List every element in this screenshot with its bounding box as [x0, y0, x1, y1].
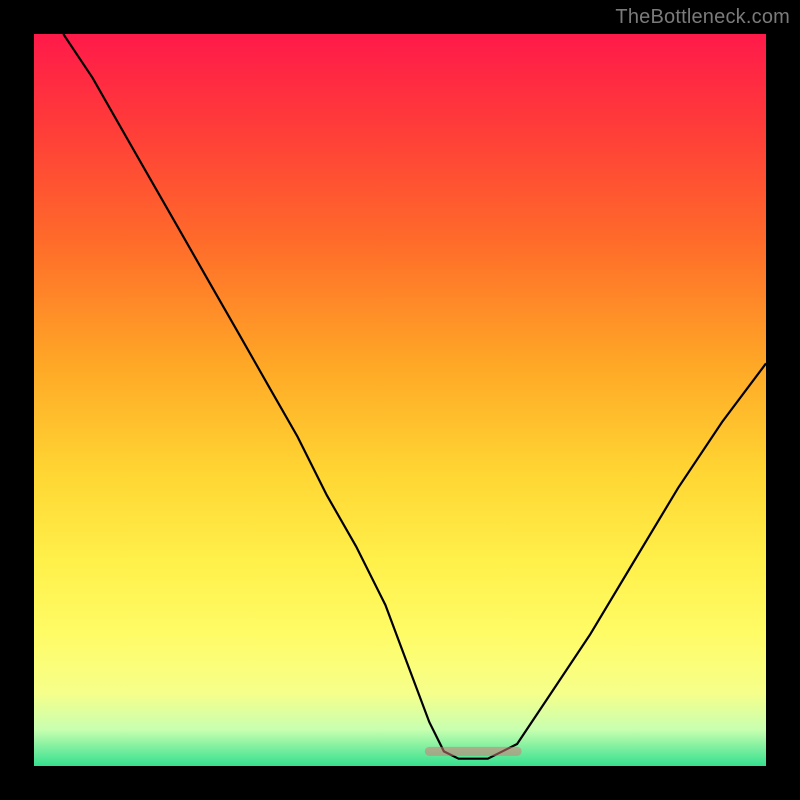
chart-svg	[34, 34, 766, 766]
watermark-text: TheBottleneck.com	[615, 6, 790, 29]
chart-plot-area	[34, 34, 766, 766]
bottleneck-curve-path	[63, 34, 766, 759]
